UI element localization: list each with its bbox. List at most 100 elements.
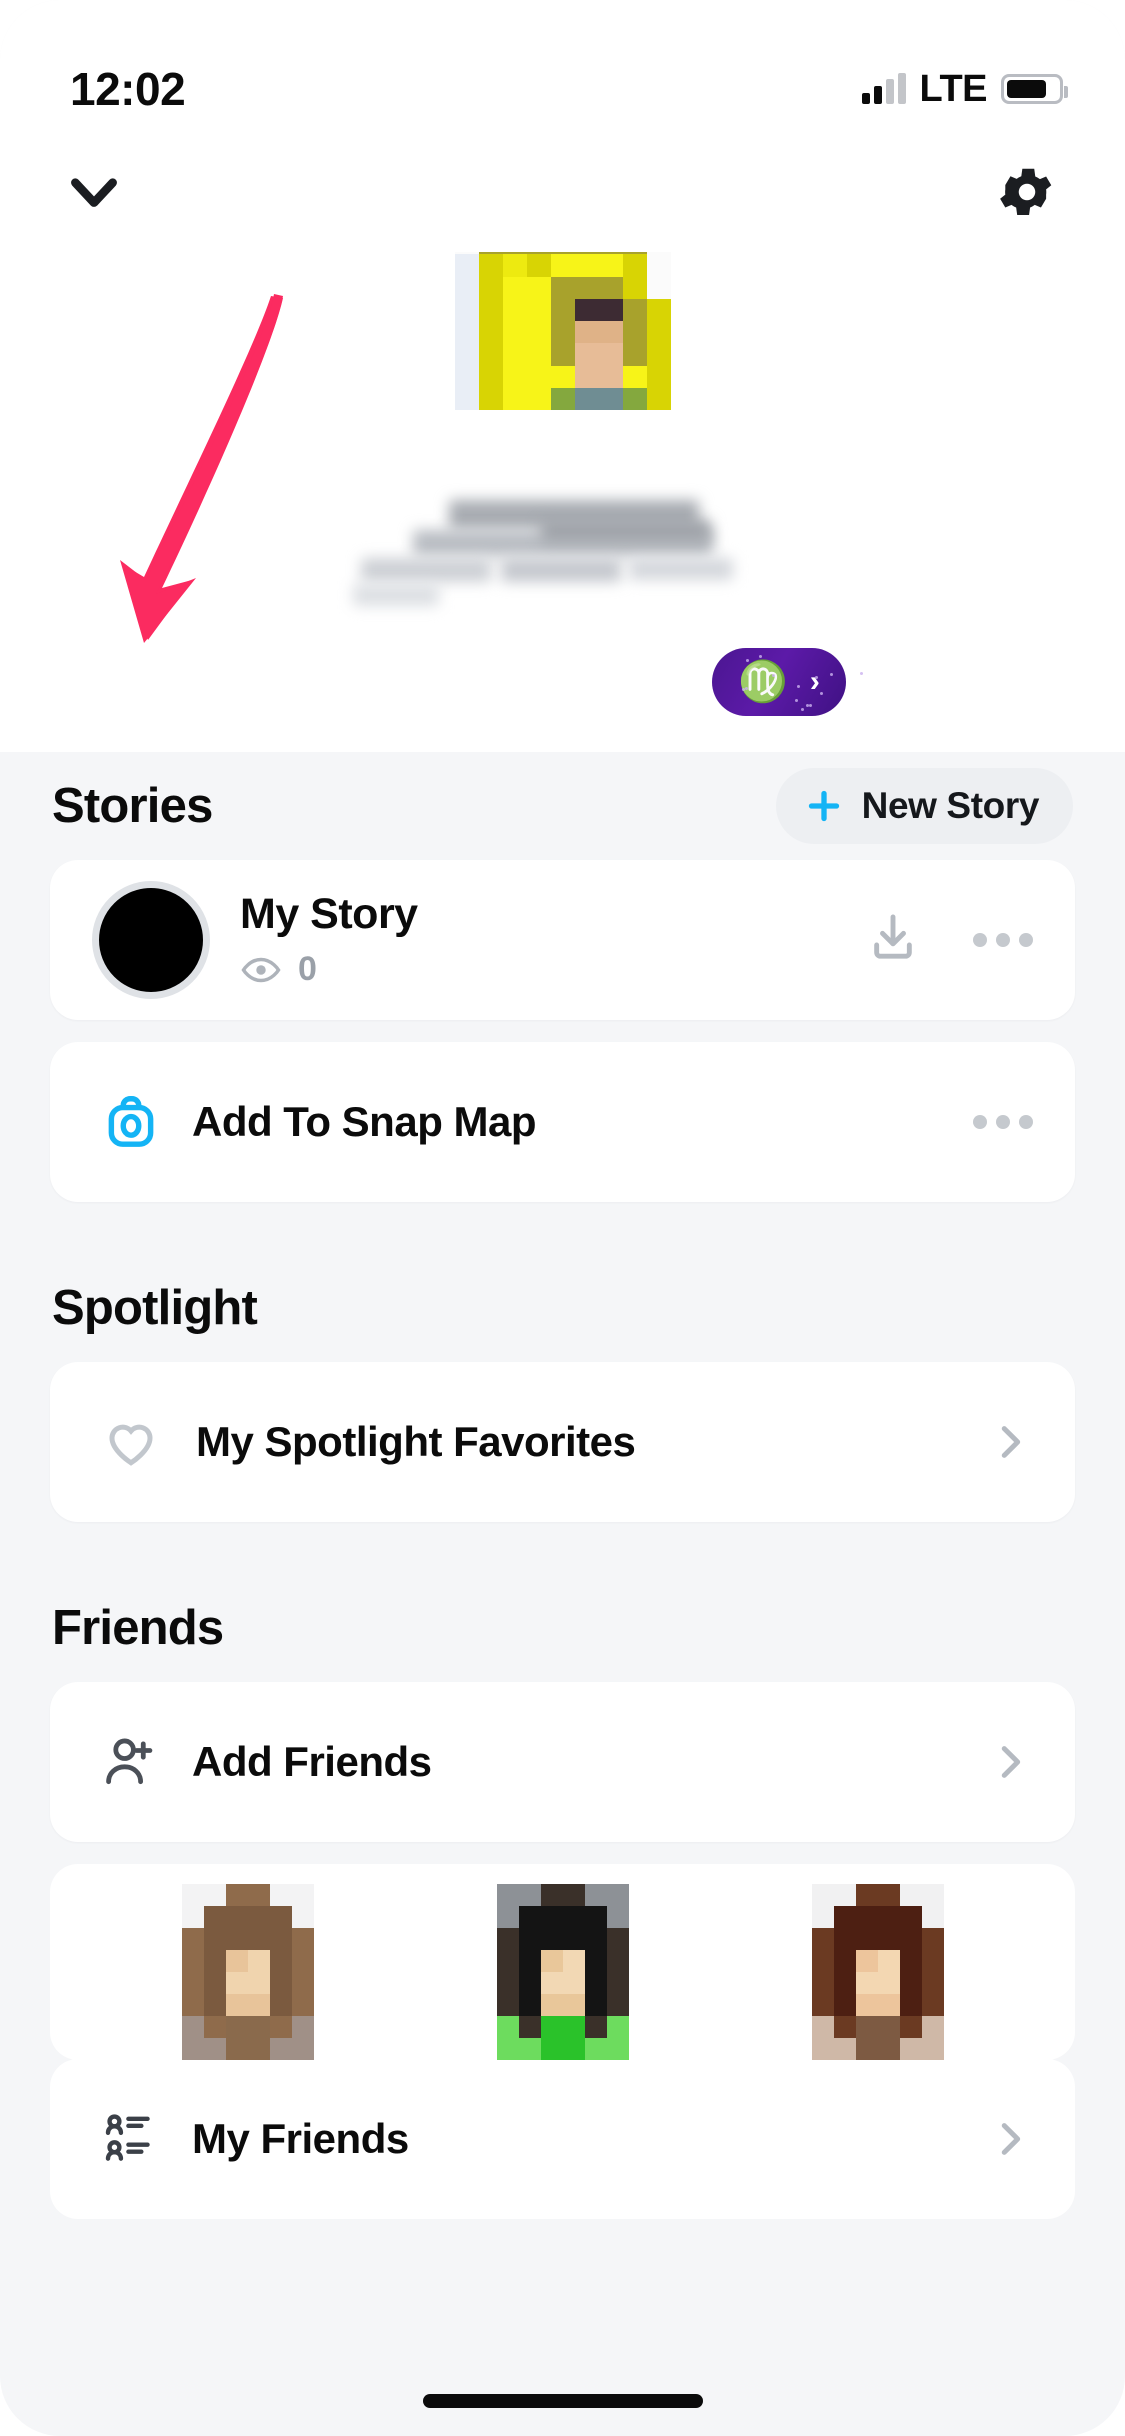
avatar-pixel [479, 299, 503, 321]
avatar-pixel [599, 254, 623, 276]
my-story-view-count: 0 [298, 950, 317, 989]
snap-map-camera-icon [92, 1091, 170, 1153]
thumbnail-pixel [270, 1972, 292, 1994]
chevron-right-icon[interactable] [987, 1739, 1033, 1785]
thumbnail-pixel [226, 1950, 248, 1972]
thumbnail-pixel [856, 1972, 878, 1994]
avatar-pixel [647, 299, 671, 321]
chevron-right-icon[interactable] [987, 2116, 1033, 2162]
add-to-snap-map-label: Add To Snap Map [192, 1098, 536, 1146]
thumbnail-pixel [270, 1950, 292, 1972]
thumbnail-pixel [541, 2038, 563, 2060]
thumbnail-pixel [270, 2038, 292, 2060]
chevron-down-icon[interactable] [54, 152, 134, 232]
avatar-pixel [455, 277, 479, 299]
avatar-pixel [599, 388, 623, 410]
avatar-pixel [503, 366, 527, 388]
thumbnail-pixel [248, 1884, 270, 1906]
my-spotlight-favorites-row[interactable]: My Spotlight Favorites [50, 1362, 1075, 1522]
thumbnail-pixel [497, 1884, 519, 1906]
thumbnail-pixel [834, 1884, 856, 1906]
my-story-row[interactable]: My Story 0 [50, 860, 1075, 1020]
thumbnail-pixel [834, 1950, 856, 1972]
thumbnail-pixel [563, 2038, 585, 2060]
thumbnail-pixel [519, 1906, 541, 1928]
avatar-pixel [647, 366, 671, 388]
avatar-pixel [503, 277, 527, 299]
redacted-text-block [501, 558, 621, 582]
chevron-right-icon[interactable] [987, 1419, 1033, 1465]
thumbnail-pixel [270, 2016, 292, 2038]
thumbnail-pixel [519, 1928, 541, 1950]
thumbnail-pixel [541, 1972, 563, 1994]
avatar-pixel [455, 254, 479, 276]
section-gap [0, 1522, 1125, 1574]
thumbnail-pixel [541, 1906, 563, 1928]
add-friends-card[interactable]: Add Friends [50, 1682, 1075, 1842]
thumbnail-pixel [270, 1994, 292, 2016]
thumbnail-pixel [226, 2016, 248, 2038]
avatar-pixel [599, 343, 623, 365]
sparkle [797, 685, 800, 688]
new-story-button[interactable]: New Story [776, 768, 1073, 844]
my-story-more-options-icon[interactable] [973, 933, 1033, 947]
my-friends-row[interactable]: My Friends [50, 2059, 1075, 2219]
friend-thumbnails-strip[interactable] [50, 1864, 1075, 2060]
add-friends-row[interactable]: Add Friends [50, 1682, 1075, 1842]
virgo-zodiac-badge[interactable]: ♍ › [712, 648, 846, 716]
thumbnail-pixel [519, 2038, 541, 2060]
network-type-label: LTE [920, 68, 987, 111]
my-story-avatar[interactable] [92, 881, 210, 999]
avatar-pixel [575, 277, 599, 299]
thumbnail-pixel [878, 1928, 900, 1950]
my-friends-card[interactable]: My Friends [50, 2059, 1075, 2219]
thumbnail-pixel [563, 1928, 585, 1950]
thumbnail-pixel [226, 1884, 248, 1906]
thumbnail-pixel [834, 1928, 856, 1950]
thumbnail-pixel [922, 1972, 944, 1994]
friend-thumbnail-3[interactable] [812, 1884, 944, 2060]
thumbnail-pixel [497, 1972, 519, 1994]
thumbnail-pixel [292, 2016, 314, 2038]
avatar-pixel [455, 366, 479, 388]
friends-thumbnails-card[interactable] [50, 1864, 1075, 2060]
avatar-pixel [503, 321, 527, 343]
top-bar [0, 132, 1125, 252]
avatar-pixel [455, 299, 479, 321]
thumbnail-pixel [204, 1950, 226, 1972]
download-icon[interactable] [865, 910, 921, 971]
thumbnail-pixel [900, 1950, 922, 1972]
friends-section-header: Friends [0, 1574, 1125, 1682]
avatar-pixel [551, 299, 575, 321]
my-story-card[interactable]: My Story 0 [50, 860, 1075, 1020]
thumbnail-pixel [292, 1884, 314, 1906]
sparkle [795, 699, 798, 702]
thumbnail-pixel [856, 1928, 878, 1950]
snap-map-card[interactable]: Add To Snap Map [50, 1042, 1075, 1202]
gear-icon[interactable] [987, 152, 1067, 232]
avatar-pixel [551, 388, 575, 410]
avatar-pixel [575, 366, 599, 388]
friend-thumbnail-1[interactable] [182, 1884, 314, 2060]
my-spotlight-favorites-label: My Spotlight Favorites [196, 1418, 635, 1466]
thumbnail-pixel [607, 1972, 629, 1994]
snap-map-more-options-icon[interactable] [973, 1115, 1033, 1129]
add-to-snap-map-row[interactable]: Add To Snap Map [50, 1042, 1075, 1202]
spotlight-card[interactable]: My Spotlight Favorites [50, 1362, 1075, 1522]
thumbnail-pixel [607, 2038, 629, 2060]
thumbnail-pixel [922, 1994, 944, 2016]
avatar-pixel [647, 321, 671, 343]
status-bar-right: LTE [862, 68, 1063, 111]
thumbnail-pixel [922, 2038, 944, 2060]
thumbnail-pixel [497, 2016, 519, 2038]
thumbnail-pixel [563, 2016, 585, 2038]
thumbnail-pixel [812, 1994, 834, 2016]
thumbnail-pixel [182, 2038, 204, 2060]
avatar-pixel [503, 254, 527, 276]
thumbnail-pixel [563, 1972, 585, 1994]
friend-thumbnail-2[interactable] [497, 1884, 629, 2060]
avatar-pixel [575, 254, 599, 276]
thumbnail-pixel [878, 1906, 900, 1928]
thumbnail-pixel [270, 1906, 292, 1928]
thumbnail-pixel [922, 1950, 944, 1972]
